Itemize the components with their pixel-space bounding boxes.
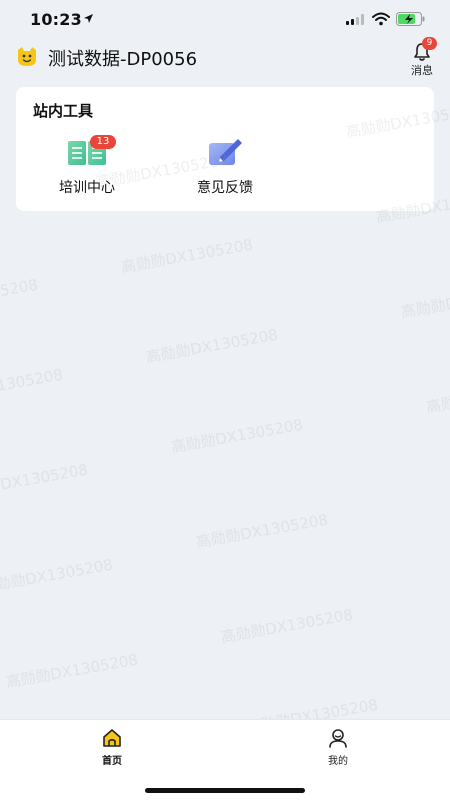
- tool-label: 培训中心: [59, 180, 115, 196]
- tab-mine[interactable]: 我的: [308, 728, 368, 768]
- messages-badge: 9: [422, 37, 437, 50]
- user-icon: [329, 729, 347, 748]
- watermark-text: 高勋勋DX1305208: [0, 460, 90, 502]
- messages-button[interactable]: 9 消息: [402, 37, 442, 80]
- wifi-icon: [372, 12, 390, 26]
- tab-label: 首页: [102, 756, 122, 767]
- tab-bar: 首页 我的: [0, 719, 450, 801]
- app-header: 测试数据-DP0056 9 消息: [0, 37, 450, 82]
- tool-feedback[interactable]: 意见反馈: [175, 137, 275, 201]
- status-time: 10:23: [30, 10, 82, 29]
- mascot-logo-icon[interactable]: [15, 44, 39, 68]
- watermark-text: 高勋勋DX1305208: [0, 275, 40, 317]
- watermark-text: 高勋勋DX1305208: [399, 280, 450, 322]
- tools-card: 站内工具 13 培训中心 意见反馈: [16, 87, 434, 211]
- watermark-text: 高勋勋DX1305208: [424, 375, 450, 417]
- watermark-text: 高勋勋DX1305208: [219, 605, 355, 647]
- watermark-text: 高勋勋DX1305208: [0, 365, 65, 407]
- page-title: 测试数据-DP0056: [48, 49, 198, 70]
- status-bar: 10:23: [0, 0, 450, 40]
- watermark-text: 高勋勋DX1305208: [194, 510, 330, 552]
- location-arrow-icon: [84, 14, 93, 23]
- tool-training-center[interactable]: 13 培训中心: [37, 135, 137, 201]
- card-title: 站内工具: [33, 102, 94, 120]
- home-indicator[interactable]: [145, 788, 305, 793]
- home-icon: [103, 729, 121, 747]
- tool-label: 意见反馈: [197, 180, 253, 196]
- battery-charging-icon: [396, 12, 425, 26]
- watermark-text: 高勋勋DX1305208: [119, 235, 255, 277]
- watermark-text: 高勋勋DX1305208: [169, 415, 305, 457]
- tab-home[interactable]: 首页: [82, 728, 142, 768]
- messages-label: 消息: [411, 64, 433, 77]
- edit-icon: [209, 139, 242, 165]
- watermark-text: 高勋勋DX1305208: [144, 325, 280, 367]
- watermark-text: 高勋勋DX1305208: [0, 555, 115, 597]
- training-badge: 13: [90, 135, 116, 149]
- watermark-text: 高勋勋DX1305208: [4, 650, 140, 692]
- tab-label: 我的: [328, 756, 348, 767]
- cellular-signal-icon: [346, 14, 364, 25]
